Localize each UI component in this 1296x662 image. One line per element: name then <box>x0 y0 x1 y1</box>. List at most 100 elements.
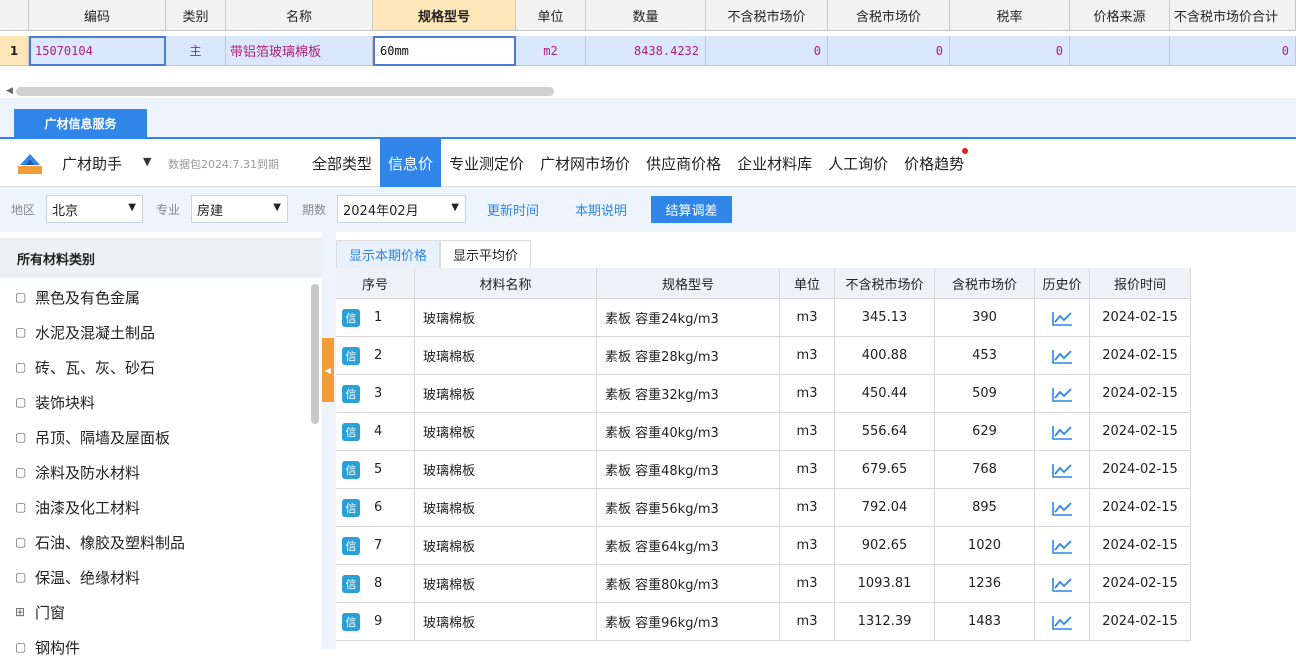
col-header-code[interactable]: 编码 <box>29 0 166 31</box>
category-scrollbar[interactable] <box>311 284 319 424</box>
category-item[interactable]: ▢ 黑色及有色金属 <box>15 282 140 312</box>
material-grid-row[interactable]: 1 15070104 主 带铝箔玻璃棉板 60mm m2 8438.4232 0… <box>0 36 1296 66</box>
trend-chart-icon[interactable] <box>1050 309 1074 327</box>
document-icon: ▢ <box>15 465 27 479</box>
tab-info-price[interactable]: 信息价 <box>380 139 442 187</box>
cell-price-incl-tax[interactable]: 0 <box>828 36 950 66</box>
info-price-badge: 信 <box>342 308 360 327</box>
category-item[interactable]: ▢ 吊顶、隔墙及屋面板 <box>15 422 170 452</box>
tab-all-types[interactable]: 全部类型 <box>304 139 380 187</box>
cell-tax-rate[interactable]: 0 <box>950 36 1070 66</box>
cell-name[interactable]: 带铝箔玻璃棉板 <box>226 36 373 66</box>
table-row[interactable]: 信 5 玻璃棉板 素板 容重48kg/m3 m3 679.65 768 2024-02-15 <box>336 451 1191 489</box>
category-item-label: 砖、瓦、灰、砂石 <box>35 358 156 377</box>
category-item[interactable]: ▢ 保温、绝缘材料 <box>15 562 140 592</box>
table-row[interactable]: 信 2 玻璃棉板 素板 容重28kg/m3 m3 400.88 453 2024-02-15 <box>336 337 1191 375</box>
trend-chart-icon[interactable] <box>1050 499 1074 517</box>
tab-manual-inquiry[interactable]: 人工询价 <box>820 139 896 187</box>
cell-spec-editor[interactable]: 60mm <box>373 36 516 66</box>
category-item[interactable]: ▢ 装饰块料 <box>15 387 95 417</box>
col-price-excl-tax[interactable]: 不含税市场价 <box>835 268 935 299</box>
cell-quote-date: 2024-02-15 <box>1090 375 1191 413</box>
trend-chart-icon[interactable] <box>1050 385 1074 403</box>
scroll-left-icon[interactable]: ◀ <box>6 86 13 96</box>
col-material-name[interactable]: 材料名称 <box>415 268 597 299</box>
cell-quantity[interactable]: 8438.4232 <box>586 36 706 66</box>
category-item[interactable]: ▢ 油漆及化工材料 <box>15 492 140 522</box>
table-row[interactable]: 信 6 玻璃棉板 素板 容重56kg/m3 m3 792.04 895 2024-02-15 <box>336 489 1191 527</box>
category-item[interactable]: ▢ 石油、橡胶及塑料制品 <box>15 527 185 557</box>
table-row[interactable]: 信 4 玻璃棉板 素板 容重40kg/m3 m3 556.64 629 2024-02-15 <box>336 413 1191 451</box>
tab-price-trend[interactable]: 价格趋势 <box>896 139 972 187</box>
price-table-header: 序号 材料名称 规格型号 单位 不含税市场价 含税市场价 历史价 报价时间 <box>336 268 1191 299</box>
trend-chart-icon[interactable] <box>1050 423 1074 441</box>
category-item[interactable]: ▢ 砖、瓦、灰、砂石 <box>15 352 155 382</box>
col-header-tax-rate[interactable]: 税率 <box>950 0 1070 31</box>
period-note-button[interactable]: 本期说明 <box>562 196 640 223</box>
trend-chart-icon[interactable] <box>1050 537 1074 555</box>
table-row[interactable]: 信 3 玻璃棉板 素板 容重32kg/m3 m3 450.44 509 2024-02-15 <box>336 375 1191 413</box>
specialty-select[interactable]: 房建 ▼ <box>191 195 288 223</box>
col-header-price-incl-tax[interactable]: 含税市场价 <box>828 0 950 31</box>
tab-supplier-price[interactable]: 供应商价格 <box>638 139 729 187</box>
col-header-spec[interactable]: 规格型号 <box>373 0 516 31</box>
cell-code[interactable]: 15070104 <box>29 36 166 66</box>
cell-total-excl-tax[interactable]: 0 <box>1170 36 1296 66</box>
col-header-category[interactable]: 类别 <box>166 0 226 31</box>
trend-chart-icon[interactable] <box>1050 613 1074 631</box>
chevron-down-icon[interactable]: ▼ <box>143 155 151 168</box>
corner-cell[interactable] <box>0 0 29 31</box>
col-history-price[interactable]: 历史价 <box>1035 268 1090 299</box>
table-row[interactable]: 信 9 玻璃棉板 素板 容重96kg/m3 m3 1312.39 1483 2024-02-1… <box>336 603 1191 641</box>
period-select[interactable]: 2024年02月 ▼ <box>337 195 466 223</box>
trend-chart-icon[interactable] <box>1050 461 1074 479</box>
document-icon: ▢ <box>15 360 27 374</box>
trend-chart-icon[interactable] <box>1050 347 1074 365</box>
cell-price-excl-tax[interactable]: 0 <box>706 36 828 66</box>
cell-price-source[interactable] <box>1070 36 1170 66</box>
region-select-value: 北京 <box>52 203 79 219</box>
col-header-price-excl-tax[interactable]: 不含税市场价 <box>706 0 828 31</box>
category-item[interactable]: ▢ 钢构件 <box>15 632 80 662</box>
category-item[interactable]: ▢ 水泥及混凝土制品 <box>15 317 155 347</box>
col-spec[interactable]: 规格型号 <box>597 268 780 299</box>
col-header-unit[interactable]: 单位 <box>516 0 586 31</box>
cell-unit[interactable]: m2 <box>516 36 586 66</box>
cell-quote-date: 2024-02-15 <box>1090 337 1191 375</box>
trend-chart-icon[interactable] <box>1050 575 1074 593</box>
cell-spec: 素板 容重28kg/m3 <box>597 337 780 375</box>
tab-enterprise-library[interactable]: 企业材料库 <box>729 139 820 187</box>
col-header-name[interactable]: 名称 <box>226 0 373 31</box>
col-header-price-source[interactable]: 价格来源 <box>1070 0 1170 31</box>
assistant-dropdown[interactable]: 广材助手 <box>62 153 122 174</box>
col-price-incl-tax[interactable]: 含税市场价 <box>935 268 1035 299</box>
row-seq: 7 <box>374 538 383 553</box>
col-seq[interactable]: 序号 <box>336 268 415 299</box>
settle-adjust-button[interactable]: 结算调差 <box>651 196 732 223</box>
tab-current-period-price[interactable]: 显示本期价格 <box>336 240 441 268</box>
table-row[interactable]: 信 1 玻璃棉板 素板 容重24kg/m3 m3 345.13 390 2024-02-15 <box>336 299 1191 337</box>
col-unit[interactable]: 单位 <box>780 268 835 299</box>
region-select[interactable]: 北京 ▼ <box>46 195 143 223</box>
category-item[interactable]: ⊞ 门窗 <box>15 597 65 627</box>
collapse-panel-icon[interactable]: ◀ <box>322 338 334 402</box>
category-item[interactable]: ▢ 涂料及防水材料 <box>15 457 140 487</box>
document-icon: ▢ <box>15 535 27 549</box>
tab-material-info-service[interactable]: 广材信息服务 <box>14 109 147 137</box>
tab-market-price[interactable]: 广材网市场价 <box>532 139 638 187</box>
col-quote-date[interactable]: 报价时间 <box>1090 268 1191 299</box>
horizontal-scrollbar[interactable]: ◀ <box>0 84 1296 98</box>
row-number[interactable]: 1 <box>0 36 29 66</box>
update-time-button[interactable]: 更新时间 <box>474 196 552 223</box>
tab-average-price[interactable]: 显示平均价 <box>440 240 532 268</box>
scrollbar-thumb[interactable] <box>16 87 554 96</box>
table-row[interactable]: 信 8 玻璃棉板 素板 容重80kg/m3 m3 1093.81 1236 2024-02-1… <box>336 565 1191 603</box>
col-header-quantity[interactable]: 数量 <box>586 0 706 31</box>
tab-professional-price[interactable]: 专业测定价 <box>441 139 532 187</box>
col-header-total-excl-tax[interactable]: 不含税市场价合计 <box>1170 0 1296 31</box>
material-grid: 编码 类别 名称 规格型号 单位 数量 不含税市场价 含税市场价 税率 价格来源… <box>0 0 1296 84</box>
expand-icon[interactable]: ⊞ <box>15 605 29 619</box>
cell-category[interactable]: 主 <box>166 36 226 66</box>
category-item-label: 油漆及化工材料 <box>35 498 141 517</box>
table-row[interactable]: 信 7 玻璃棉板 素板 容重64kg/m3 m3 902.65 1020 2024-02-15 <box>336 527 1191 565</box>
